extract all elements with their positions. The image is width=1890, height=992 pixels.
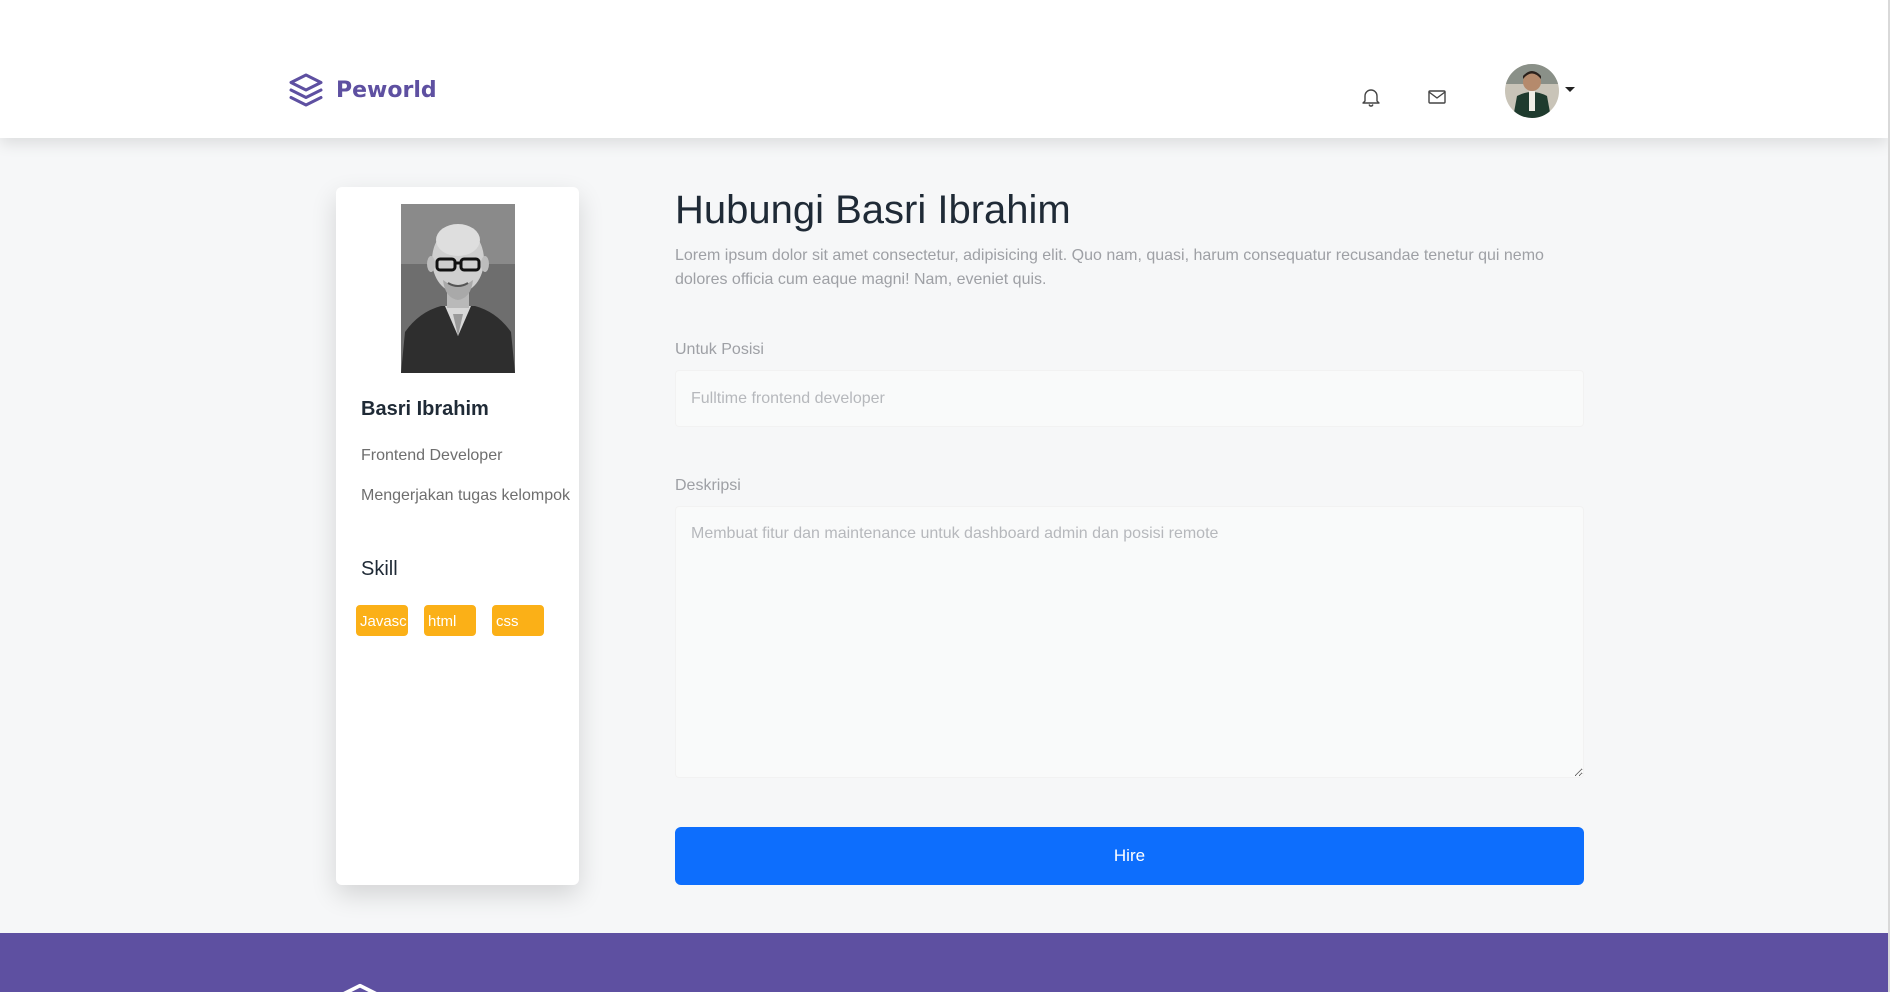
profile-job: Frontend Developer <box>361 447 503 464</box>
layers-logo-icon <box>288 72 324 108</box>
brand[interactable]: Peworld <box>288 72 437 108</box>
footer <box>0 933 1888 992</box>
profile-card: Basri Ibrahim Frontend Developer Mengerj… <box>336 187 579 885</box>
caret-down-icon[interactable] <box>1565 86 1575 92</box>
top-navbar: Peworld <box>0 0 1888 138</box>
profile-status: Mengerjakan tugas kelompok <box>361 487 571 504</box>
position-input[interactable] <box>675 370 1584 427</box>
mail-icon[interactable] <box>1425 85 1449 109</box>
profile-name: Basri Ibrahim <box>361 398 489 420</box>
description-label: Deskripsi <box>675 477 741 494</box>
brand-name: Peworld <box>336 77 437 103</box>
skill-badge: css <box>492 605 544 636</box>
skill-heading: Skill <box>361 558 398 580</box>
profile-photo <box>401 204 515 373</box>
skill-list: Javascript html css <box>356 605 544 636</box>
position-label: Untuk Posisi <box>675 341 764 358</box>
description-textarea[interactable] <box>675 506 1584 778</box>
user-avatar[interactable] <box>1505 64 1559 118</box>
account-menu[interactable] <box>1505 64 1575 118</box>
page-description: Lorem ipsum dolor sit amet consectetur, … <box>675 247 1544 288</box>
skill-badge: Javascript <box>356 605 408 636</box>
layers-logo-icon <box>338 982 382 992</box>
bell-icon[interactable] <box>1359 85 1383 109</box>
skill-badge: html <box>424 605 476 636</box>
hire-button[interactable]: Hire <box>675 827 1584 885</box>
page-title: Hubungi Basri Ibrahim <box>675 188 1071 232</box>
